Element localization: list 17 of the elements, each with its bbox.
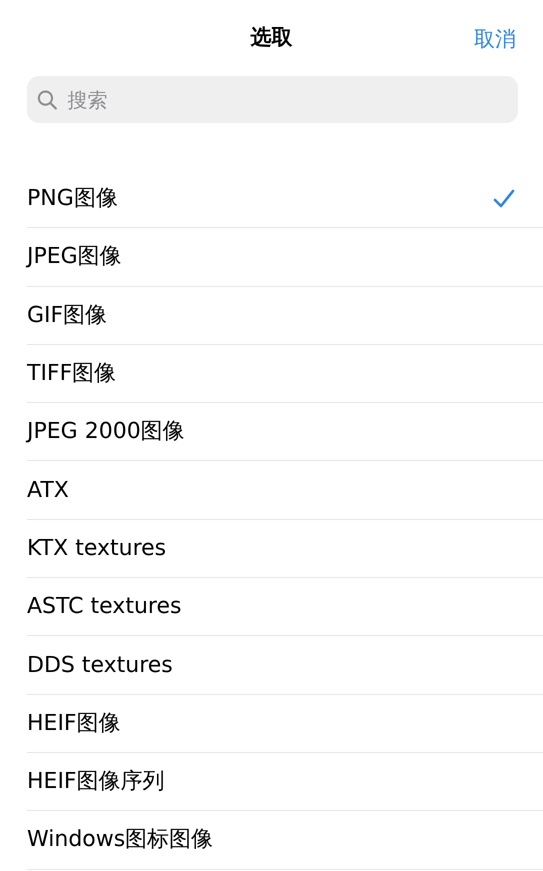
format-list-item[interactable]: ATX bbox=[27, 461, 543, 520]
format-list-item[interactable]: GIF图像 bbox=[27, 286, 543, 345]
search-icon bbox=[37, 88, 58, 110]
format-list-item[interactable]: TIFF图像 bbox=[27, 344, 543, 404]
format-list-item[interactable]: ASTC textures bbox=[27, 578, 543, 636]
format-list-item[interactable]: HEIF图像 bbox=[27, 694, 543, 753]
cancel-button[interactable]: 取消 bbox=[474, 24, 516, 56]
format-list-item[interactable]: PNG图像 bbox=[27, 170, 543, 228]
format-list-item[interactable]: DDS textures bbox=[27, 636, 543, 695]
format-list-item[interactable]: Windows图标图像 bbox=[27, 811, 543, 870]
format-list-item[interactable]: KTX textures bbox=[27, 520, 543, 578]
screen-title: 选取 bbox=[250, 24, 292, 52]
format-list-item[interactable]: JPEG图像 bbox=[27, 228, 543, 287]
search-input[interactable]: 搜索 bbox=[66, 84, 508, 116]
format-list-item[interactable]: HEIF图像序列 bbox=[27, 752, 543, 812]
format-list-item[interactable]: JPEG 2000图像 bbox=[27, 403, 543, 462]
search-field[interactable]: 搜索 bbox=[27, 76, 518, 123]
